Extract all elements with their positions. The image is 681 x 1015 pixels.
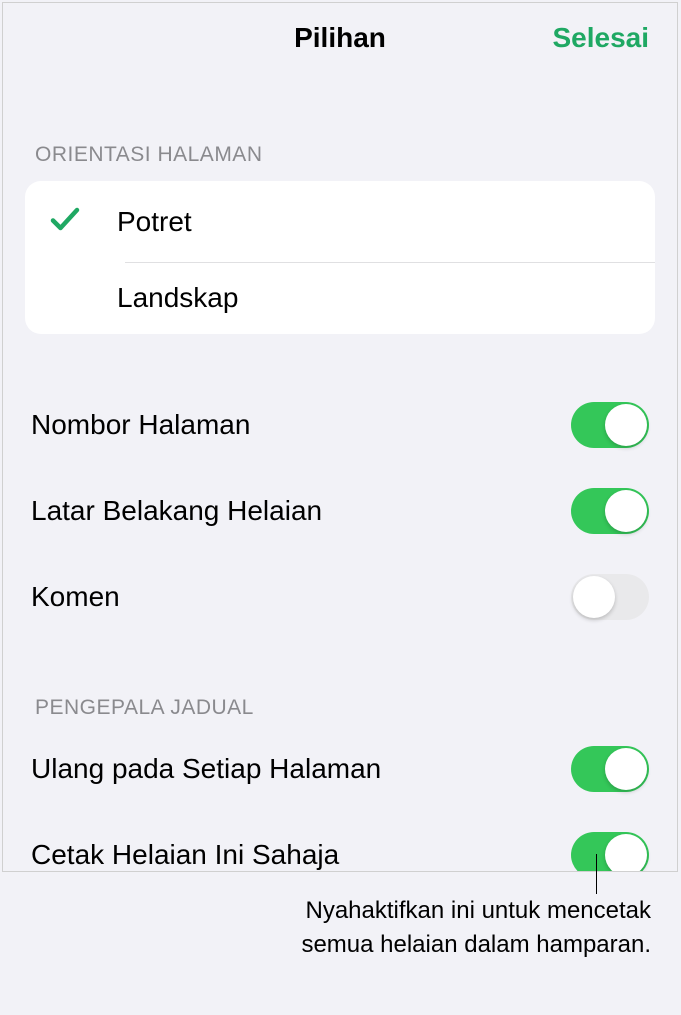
toggle-row-sheet-background: Latar Belakang Helaian (31, 468, 649, 554)
section-header-table-headers: PENGEPALA JADUAL (3, 696, 677, 720)
toggle-row-print-this-sheet-only: Cetak Helaian Ini Sahaja (31, 812, 649, 872)
page-numbers-toggle[interactable] (571, 402, 649, 448)
comments-label: Komen (31, 581, 120, 613)
orientation-option-landscape[interactable]: Landskap (25, 262, 655, 334)
options-panel: Pilihan Selesai ORIENTASI HALAMAN Potret… (2, 2, 678, 872)
toggle-row-page-numbers: Nombor Halaman (31, 382, 649, 468)
page-numbers-label: Nombor Halaman (31, 409, 250, 441)
toggles-section: Nombor Halaman Latar Belakang Helaian Ko… (3, 382, 677, 640)
toggle-knob (573, 576, 615, 618)
repeat-each-page-label: Ulang pada Setiap Halaman (31, 753, 381, 785)
callout-leader-line (596, 854, 597, 894)
sheet-background-label: Latar Belakang Helaian (31, 495, 322, 527)
toggle-knob (605, 748, 647, 790)
panel-header: Pilihan Selesai (3, 3, 677, 73)
orientation-landscape-label: Landskap (117, 282, 238, 314)
toggle-row-comments: Komen (31, 554, 649, 640)
done-button[interactable]: Selesai (552, 22, 649, 54)
toggle-knob (605, 404, 647, 446)
orientation-list: Potret Landskap (25, 181, 655, 334)
orientation-portrait-label: Potret (117, 206, 192, 238)
repeat-each-page-toggle[interactable] (571, 746, 649, 792)
table-headers-section: Ulang pada Setiap Halaman Cetak Helaian … (3, 726, 677, 872)
orientation-option-portrait[interactable]: Potret (25, 181, 655, 262)
print-this-sheet-only-label: Cetak Helaian Ini Sahaja (31, 839, 339, 871)
section-header-orientation: ORIENTASI HALAMAN (3, 143, 677, 167)
toggle-knob (605, 490, 647, 532)
sheet-background-toggle[interactable] (571, 488, 649, 534)
comments-toggle[interactable] (571, 574, 649, 620)
panel-title: Pilihan (294, 22, 386, 54)
toggle-knob (605, 834, 647, 872)
print-this-sheet-only-toggle[interactable] (571, 832, 649, 872)
callout-text: Nyahaktifkan ini untuk mencetak semua he… (261, 894, 651, 961)
toggle-row-repeat-each-page: Ulang pada Setiap Halaman (31, 726, 649, 812)
checkmark-icon (47, 201, 83, 242)
